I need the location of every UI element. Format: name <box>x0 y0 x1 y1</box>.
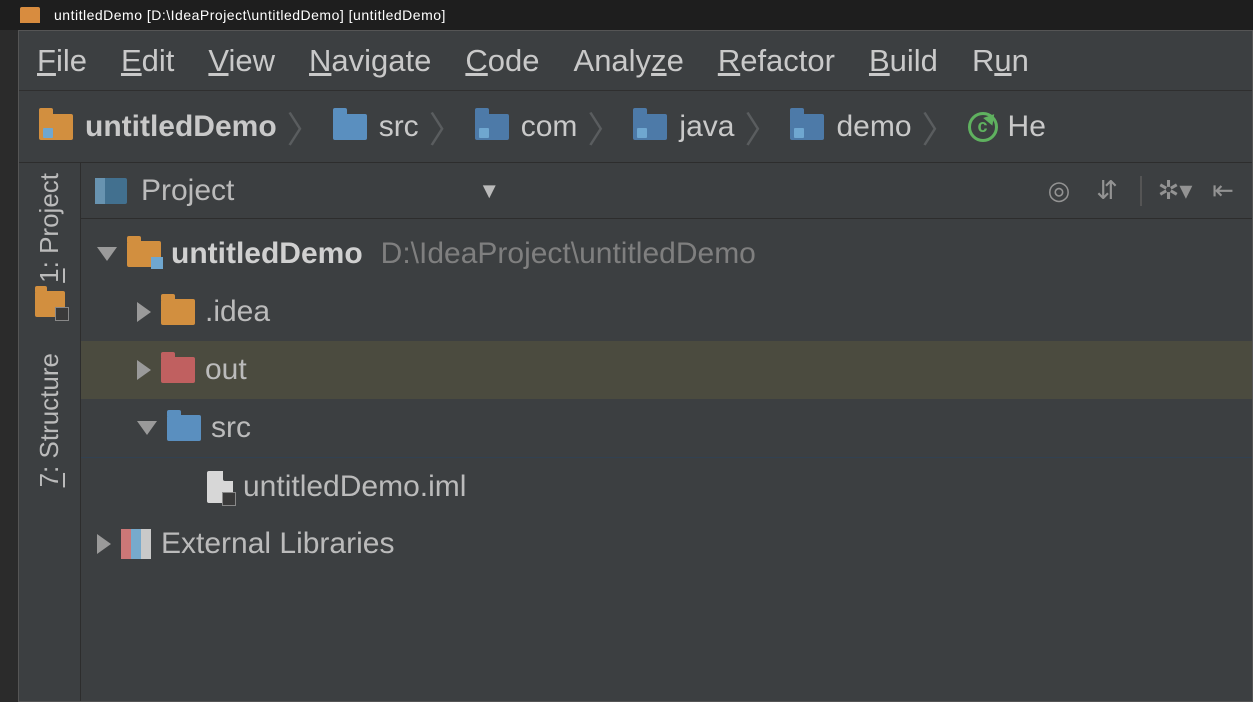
folder-icon <box>161 299 195 325</box>
tree-label: src <box>211 411 251 445</box>
crumb-label: src <box>379 110 419 144</box>
crumb-src[interactable]: src <box>333 110 419 144</box>
expand-toggle-icon[interactable] <box>137 302 151 322</box>
crumb-label: He <box>1008 110 1046 144</box>
breadcrumb-bar: untitledDemo 〉 src 〉 com 〉 java 〉 demo 〉… <box>19 91 1252 163</box>
crumb-label: java <box>679 110 734 144</box>
folder-icon <box>633 114 667 140</box>
menu-analyze[interactable]: Analyze <box>574 43 684 79</box>
class-icon: c <box>968 112 998 142</box>
chevron-right-icon: 〉 <box>912 101 968 153</box>
tree-row-src[interactable]: src <box>81 399 1252 457</box>
crumb-label: com <box>521 110 578 144</box>
expand-toggle-icon[interactable] <box>137 360 151 380</box>
libraries-icon <box>121 529 151 559</box>
file-icon <box>207 471 233 503</box>
tree-label: .idea <box>205 295 270 329</box>
menu-edit[interactable]: Edit <box>121 43 174 79</box>
menu-view[interactable]: View <box>208 43 275 79</box>
window-titlebar: untitledDemo [D:\IdeaProject\untitledDem… <box>0 0 1253 30</box>
chevron-right-icon: 〉 <box>277 101 333 153</box>
project-tool-header: Project ▼ ◎ ⇵ ✲▾ ⇤ <box>81 163 1252 219</box>
tree-row-root[interactable]: untitledDemo D:\IdeaProject\untitledDemo <box>81 225 1252 283</box>
crumb-label: untitledDemo <box>85 110 277 144</box>
main-area: 1: Project 7: Structure Project ▼ ◎ ⇵ ✲▾ <box>19 163 1252 701</box>
pane-icon <box>95 178 127 204</box>
menu-code[interactable]: Code <box>465 43 539 79</box>
menu-file[interactable]: File <box>37 43 87 79</box>
crumb-project[interactable]: untitledDemo <box>39 110 277 144</box>
crumb-demo[interactable]: demo <box>790 110 911 144</box>
tool-title: Project <box>141 174 234 208</box>
ide-frame: File Edit View Navigate Code Analyze Ref… <box>18 30 1253 702</box>
left-tool-strip: 1: Project 7: Structure <box>19 163 81 701</box>
project-tree[interactable]: untitledDemo D:\IdeaProject\untitledDemo… <box>81 219 1252 701</box>
tree-label: External Libraries <box>161 527 394 561</box>
app-icon <box>20 7 40 23</box>
tree-row-out[interactable]: out <box>81 341 1252 399</box>
folder-icon <box>167 415 201 441</box>
folder-icon <box>39 114 73 140</box>
tool-button-project[interactable]: 1: Project <box>19 167 80 347</box>
tree-row-iml[interactable]: untitledDemo.iml <box>81 457 1252 515</box>
menu-build[interactable]: Build <box>869 43 938 79</box>
chevron-right-icon: 〉 <box>419 101 475 153</box>
separator <box>1140 176 1142 206</box>
folder-icon <box>333 114 367 140</box>
tool-button-structure[interactable]: 7: Structure <box>19 347 80 517</box>
crumb-label: demo <box>836 110 911 144</box>
tree-row-idea[interactable]: .idea <box>81 283 1252 341</box>
hide-icon[interactable]: ⇤ <box>1208 176 1238 206</box>
chevron-right-icon: 〉 <box>577 101 633 153</box>
menu-navigate[interactable]: Navigate <box>309 43 431 79</box>
crumb-class[interactable]: c He <box>968 110 1046 144</box>
project-tool-window: Project ▼ ◎ ⇵ ✲▾ ⇤ untitledDemo D:\IdeaP… <box>81 163 1252 701</box>
menu-refactor[interactable]: Refactor <box>718 43 835 79</box>
tree-label: untitledDemo.iml <box>243 470 466 504</box>
expand-toggle-icon[interactable] <box>97 534 111 554</box>
folder-icon <box>161 357 195 383</box>
gear-icon[interactable]: ✲▾ <box>1160 176 1190 206</box>
strip-label: 1: Project <box>34 173 65 283</box>
project-icon <box>35 291 65 317</box>
expand-toggle-icon[interactable] <box>97 247 117 261</box>
expand-toggle-icon[interactable] <box>137 421 157 435</box>
tree-label: out <box>205 353 247 387</box>
chevron-right-icon: 〉 <box>734 101 790 153</box>
tree-row-external-libraries[interactable]: External Libraries <box>81 515 1252 573</box>
window-title: untitledDemo [D:\IdeaProject\untitledDem… <box>54 7 446 23</box>
locate-icon[interactable]: ◎ <box>1044 176 1074 206</box>
tree-path: D:\IdeaProject\untitledDemo <box>381 237 756 271</box>
crumb-com[interactable]: com <box>475 110 578 144</box>
menu-run[interactable]: Run <box>972 43 1029 79</box>
folder-icon <box>475 114 509 140</box>
strip-label: 7: Structure <box>34 353 65 487</box>
views-dropdown[interactable]: ▼ <box>478 178 500 204</box>
collapse-all-icon[interactable]: ⇵ <box>1092 176 1122 206</box>
menu-bar: File Edit View Navigate Code Analyze Ref… <box>19 31 1252 91</box>
tree-label: untitledDemo <box>171 237 363 271</box>
module-folder-icon <box>127 241 161 267</box>
folder-icon <box>790 114 824 140</box>
crumb-java[interactable]: java <box>633 110 734 144</box>
